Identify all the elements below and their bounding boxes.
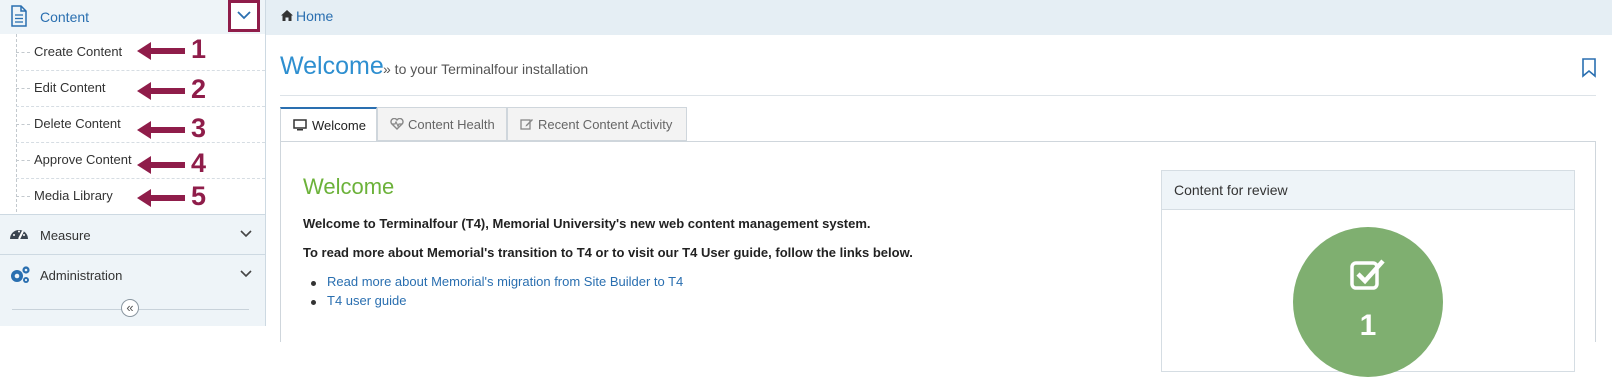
sidebar-item-content[interactable]: Content — [0, 0, 265, 34]
document-icon — [11, 5, 27, 27]
chevron-down-icon — [240, 270, 252, 278]
review-count-circle[interactable]: 1 — [1293, 227, 1443, 377]
annotation-arrow: 1 — [135, 34, 207, 66]
sidebar-item-measure[interactable]: Measure — [0, 214, 265, 255]
page-title: Welcome — [280, 52, 384, 80]
annotation-number: 2 — [191, 74, 207, 104]
sidebar-item-label: Measure — [40, 228, 91, 243]
migration-link[interactable]: Read more about Memorial's migration fro… — [327, 274, 683, 289]
sidebar-subitem-label: Media Library — [34, 188, 113, 203]
gears-icon — [11, 266, 30, 283]
annotation-arrow: 5 — [135, 181, 207, 213]
review-card-header: Content for review — [1162, 171, 1574, 210]
tree-connector — [16, 124, 30, 125]
sidebar-subitem-label: Delete Content — [34, 116, 121, 131]
tab-recent-content-activity[interactable]: Recent Content Activity — [507, 107, 687, 141]
tab-label: Content Health — [408, 117, 495, 132]
desktop-icon — [293, 119, 307, 131]
welcome-panel: Welcome Welcome to Terminalfour (T4), Me… — [280, 141, 1596, 377]
annotation-number: 4 — [191, 148, 207, 178]
check-square-icon — [1350, 259, 1385, 290]
tab-content-health[interactable]: Content Health — [377, 107, 507, 141]
sidebar-item-administration[interactable]: Administration — [0, 254, 265, 295]
annotation-number: 5 — [191, 181, 207, 211]
dashboard-gauge-icon — [10, 230, 28, 240]
user-guide-link[interactable]: T4 user guide — [327, 293, 407, 308]
annotation-number: 3 — [191, 113, 207, 143]
arrow-left-icon — [137, 42, 185, 60]
breadcrumb-home-link[interactable]: Home — [296, 8, 333, 24]
collapse-sidebar-button[interactable]: « — [121, 299, 139, 317]
annotation-arrow: 4 — [135, 148, 207, 180]
divider — [280, 95, 1596, 96]
heartbeat-icon — [390, 118, 404, 130]
annotation-arrow: 3 — [135, 113, 207, 145]
tab-label: Welcome — [312, 118, 366, 133]
sidebar-collapse-row: « — [0, 292, 265, 326]
edit-icon — [520, 119, 533, 130]
home-icon — [281, 10, 293, 21]
tree-connector — [16, 52, 30, 53]
review-card-title: Content for review — [1174, 182, 1288, 198]
arrow-left-icon — [137, 189, 185, 207]
page-subtitle: » to your Terminalfour installation — [383, 61, 589, 77]
sidebar-subitem-label: Edit Content — [34, 80, 106, 95]
welcome-heading: Welcome — [303, 174, 395, 199]
chevron-down-icon — [237, 11, 251, 20]
arrow-left-icon — [137, 82, 185, 100]
arrow-left-icon — [137, 121, 185, 139]
sidebar-item-label: Administration — [40, 268, 123, 283]
review-count: 1 — [1359, 309, 1377, 342]
content-for-review-card: Content for review 1 — [1161, 170, 1575, 377]
sidebar-subitem-label: Create Content — [34, 44, 123, 59]
arrow-left-icon — [137, 156, 185, 174]
sidebar: Content Create Content Edit Content Dele… — [0, 0, 266, 326]
bookmark-icon[interactable] — [1581, 58, 1597, 78]
bullet — [311, 300, 316, 305]
annotation-number: 1 — [191, 34, 207, 64]
bullet — [311, 281, 316, 286]
sidebar-subitem-label: Approve Content — [34, 152, 132, 167]
annotation-arrow: 2 — [135, 74, 207, 106]
tab-welcome[interactable]: Welcome — [280, 107, 377, 142]
welcome-guide-text: To read more about Memorial's transition… — [303, 245, 913, 260]
welcome-intro-text: Welcome to Terminalfour (T4), Memorial U… — [303, 216, 871, 231]
breadcrumb: Home — [266, 0, 1612, 35]
content-collapse-button[interactable] — [228, 0, 260, 32]
tab-label: Recent Content Activity — [538, 117, 673, 132]
tree-connector — [16, 160, 30, 161]
chevron-down-icon — [240, 230, 252, 238]
tree-connector — [16, 196, 30, 197]
tree-connector — [16, 88, 30, 89]
sidebar-item-label: Content — [40, 9, 90, 25]
